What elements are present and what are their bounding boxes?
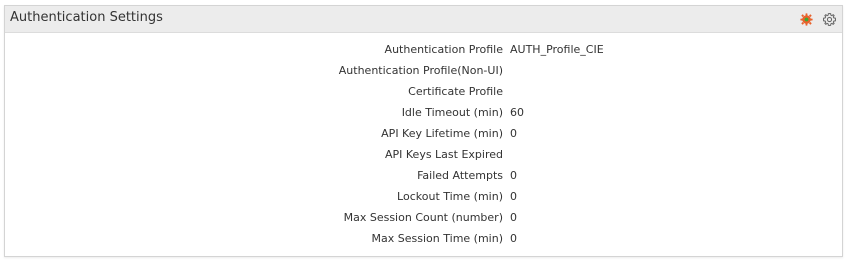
settings-row-idle-timeout: Idle Timeout (min) 60 xyxy=(5,103,842,124)
settings-row-api-key-lifetime: API Key Lifetime (min) 0 xyxy=(5,124,842,145)
row-label: API Key Lifetime (min) xyxy=(381,127,503,140)
row-value: 60 xyxy=(510,106,524,119)
panel-header: Authentication Settings xyxy=(5,6,842,33)
settings-row-max-session-time: Max Session Time (min) 0 xyxy=(5,229,842,250)
settings-row-certificate-profile: Certificate Profile xyxy=(5,82,842,103)
settings-row-lockout-time: Lockout Time (min) 0 xyxy=(5,187,842,208)
settings-row-authentication-profile-non-ui: Authentication Profile(Non-UI) xyxy=(5,61,842,82)
settings-row-authentication-profile: Authentication Profile AUTH_Profile_CIE xyxy=(5,40,842,61)
row-label: API Keys Last Expired xyxy=(384,148,503,161)
settings-row-api-keys-last-expired: API Keys Last Expired xyxy=(5,145,842,166)
row-value: 0 xyxy=(510,211,517,224)
panel-title: Authentication Settings xyxy=(10,10,163,25)
authentication-settings-panel: Authentication Settings Authentication P… xyxy=(4,5,843,257)
row-value: AUTH_Profile_CIE xyxy=(510,43,604,56)
row-label: Authentication Profile(Non-UI) xyxy=(338,64,503,77)
settings-list: Authentication Profile AUTH_Profile_CIE … xyxy=(5,40,842,250)
row-label: Max Session Count (number) xyxy=(343,211,503,224)
settings-row-failed-attempts: Failed Attempts 0 xyxy=(5,166,842,187)
row-label: Authentication Profile xyxy=(384,43,503,56)
row-label: Idle Timeout (min) xyxy=(401,106,503,119)
settings-row-max-session-count: Max Session Count (number) 0 xyxy=(5,208,842,229)
row-value: 0 xyxy=(510,190,517,203)
row-value: 0 xyxy=(510,169,517,182)
settings-gear-icon[interactable] xyxy=(822,12,837,27)
row-label: Failed Attempts xyxy=(417,169,503,182)
row-label: Max Session Time (min) xyxy=(371,232,503,245)
row-value: 0 xyxy=(510,232,517,245)
row-label: Certificate Profile xyxy=(408,85,503,98)
row-value: 0 xyxy=(510,127,517,140)
header-icons xyxy=(799,11,837,27)
status-gear-icon[interactable] xyxy=(799,12,814,27)
row-label: Lockout Time (min) xyxy=(397,190,503,203)
